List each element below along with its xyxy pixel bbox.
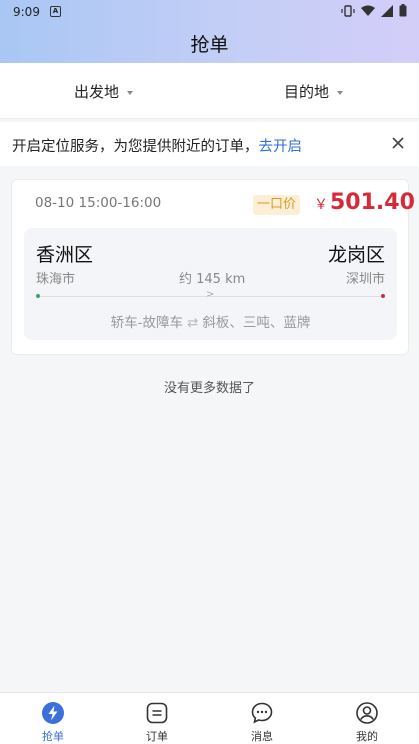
tab-profile[interactable]: 我的 (337, 693, 397, 744)
cargo-requirements: 斜板、三吨、蓝牌 (202, 315, 311, 331)
wifi-icon (361, 5, 375, 16)
origin-filter[interactable]: 出发地 (74, 81, 134, 102)
order-time-window: 08-10 15:00-16:00 (35, 195, 162, 211)
tab-label: 抢单 (42, 730, 64, 743)
location-banner: 开启定位服务，为您提供附近的订单，去开启 (0, 122, 419, 166)
enable-location-link[interactable]: 去开启 (259, 139, 303, 155)
close-icon[interactable] (389, 134, 407, 152)
from-district: 香洲区 (36, 244, 94, 266)
to-city: 深圳市 (345, 272, 385, 287)
cargo-info: 轿车-故障车 ⇄ 斜板、三吨、蓝牌 (24, 311, 397, 331)
to-district: 龙岗区 (327, 244, 385, 266)
fixed-price-tag: 一口价 (253, 195, 301, 215)
filter-bar: 出发地 目的地 (0, 63, 419, 119)
price-value: 501.40 (330, 190, 415, 215)
vibrate-icon (341, 4, 355, 17)
notification-icon: A (50, 6, 61, 17)
bottom-tab-bar: 抢单 订单 消息 我的 (0, 692, 419, 744)
top-header: 9:09 A 抢单 (0, 0, 419, 63)
tab-orders[interactable]: 订单 (127, 693, 187, 744)
route-panel: 香洲区 龙岗区 珠海市 约 145 km 深圳市 > 轿车-故障车 ⇄ 斜板、三吨、… (24, 228, 397, 340)
tab-label: 订单 (146, 730, 168, 743)
page-title: 抢单 (190, 34, 229, 56)
currency-symbol: ￥ (314, 197, 328, 213)
tab-label: 我的 (356, 730, 378, 743)
chat-bubble-icon (251, 702, 273, 724)
origin-filter-label: 出发地 (74, 83, 120, 101)
user-profile-icon (356, 702, 378, 724)
order-list-icon (146, 702, 168, 724)
caret-down-icon (127, 90, 134, 95)
lightning-icon (42, 702, 64, 724)
origin-dot (36, 294, 40, 298)
destination-dot (381, 294, 385, 298)
battery-icon (399, 4, 407, 17)
from-city: 珠海市 (36, 272, 76, 287)
tab-messages[interactable]: 消息 (232, 693, 292, 744)
status-icons (341, 4, 407, 17)
route-distance: 约 145 km (179, 272, 246, 287)
location-banner-text: 开启定位服务，为您提供附近的订单，去开启 (12, 135, 302, 156)
signal-icon (381, 4, 393, 17)
order-card[interactable]: 08-10 15:00-16:00 一口价 ￥501.40 香洲区 龙岗区 珠海… (11, 179, 415, 355)
destination-filter-label: 目的地 (284, 83, 330, 101)
location-message: 开启定位服务，为您提供附近的订单， (12, 139, 259, 155)
tab-grab-order[interactable]: 抢单 (23, 693, 83, 744)
list-end-text: 没有更多数据了 (163, 381, 255, 396)
status-bar: 9:09 A (0, 0, 419, 24)
order-price: ￥501.40 (314, 190, 415, 215)
status-time: 9:09 (13, 5, 40, 19)
cargo-type: 轿车-故障车 (110, 315, 184, 331)
caret-down-icon (337, 90, 344, 95)
swap-icon: ⇄ (187, 315, 199, 331)
tab-label: 消息 (251, 730, 273, 743)
destination-filter[interactable]: 目的地 (284, 81, 344, 102)
route-arrow-icon: > (206, 289, 215, 300)
